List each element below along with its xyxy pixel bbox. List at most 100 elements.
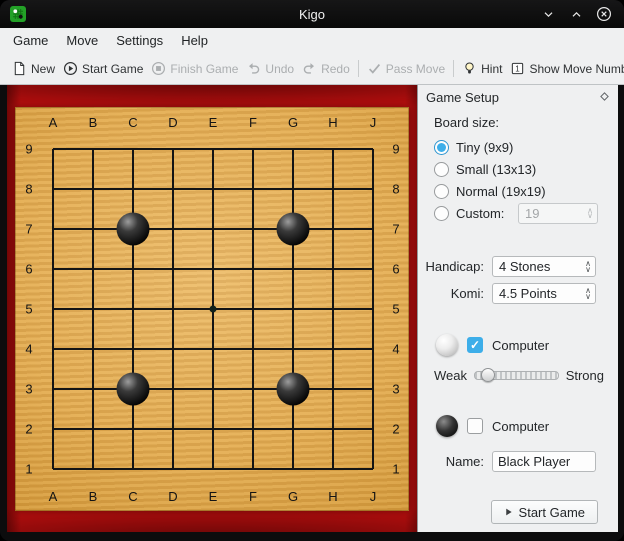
radio-option-custom[interactable]: Custom: 19 xyxy=(434,202,606,224)
toolbar-separator xyxy=(453,60,454,77)
white-player-row: Computer xyxy=(436,334,606,356)
start-game-toolbar-button[interactable]: Start Game xyxy=(59,58,147,79)
menu-settings[interactable]: Settings xyxy=(107,28,172,53)
spinbox-arrows-icon[interactable] xyxy=(581,288,595,299)
close-icon[interactable] xyxy=(596,6,612,22)
main-content: AABBCCDDEEFFGGHHJJ998877665544332211 Gam… xyxy=(0,85,624,541)
white-computer-label: Computer xyxy=(492,338,549,353)
radio-option-normal[interactable]: Normal (19x19) xyxy=(434,180,606,202)
white-computer-checkbox[interactable] xyxy=(467,337,483,353)
start-game-button[interactable]: Start Game xyxy=(491,500,598,524)
menu-help[interactable]: Help xyxy=(172,28,217,53)
detach-panel-icon[interactable] xyxy=(599,90,610,105)
svg-text:E: E xyxy=(209,115,218,130)
svg-text:1: 1 xyxy=(392,462,399,477)
black-player-name-input[interactable] xyxy=(492,451,596,472)
svg-text:3: 3 xyxy=(392,382,399,397)
handicap-label: Handicap: xyxy=(425,259,484,274)
panel-header: Game Setup xyxy=(418,85,618,109)
slider-handle[interactable] xyxy=(481,368,495,382)
svg-text:F: F xyxy=(249,489,257,504)
svg-text:1: 1 xyxy=(516,65,521,74)
stop-circle-icon xyxy=(151,61,166,76)
handicap-spinbox[interactable]: 4 Stones xyxy=(492,256,596,277)
radio-icon[interactable] xyxy=(434,162,449,177)
svg-text:7: 7 xyxy=(392,222,399,237)
custom-size-spinbox: 19 xyxy=(518,203,598,224)
black-player-row: Computer xyxy=(436,415,606,437)
svg-text:8: 8 xyxy=(25,182,32,197)
menu-game[interactable]: Game xyxy=(4,28,57,53)
new-button[interactable]: New xyxy=(8,58,59,79)
svg-text:A: A xyxy=(49,115,58,130)
menubar: Game Move Settings Help xyxy=(0,28,624,53)
handicap-row: Handicap: 4 Stones xyxy=(432,256,606,277)
hint-button[interactable]: Hint xyxy=(458,58,506,79)
radio-option-small[interactable]: Small (13x13) xyxy=(434,158,606,180)
svg-text:2: 2 xyxy=(392,422,399,437)
undo-button: Undo xyxy=(242,58,298,79)
kigo-app-icon xyxy=(10,6,26,22)
svg-text:H: H xyxy=(328,115,337,130)
svg-text:B: B xyxy=(89,489,98,504)
svg-text:6: 6 xyxy=(392,262,399,277)
svg-text:2: 2 xyxy=(25,422,32,437)
titlebar[interactable]: Kigo xyxy=(0,0,624,28)
kigo-window: Kigo Game Move Settings Help New Start G… xyxy=(0,0,624,541)
svg-text:C: C xyxy=(128,115,137,130)
minimize-icon[interactable] xyxy=(540,6,556,22)
svg-text:6: 6 xyxy=(25,262,32,277)
menu-move[interactable]: Move xyxy=(57,28,107,53)
black-computer-checkbox[interactable] xyxy=(467,418,483,434)
name-label: Name: xyxy=(446,454,484,469)
board-background: AABBCCDDEEFFGGHHJJ998877665544332211 xyxy=(7,85,417,532)
weak-label: Weak xyxy=(434,368,467,383)
svg-text:G: G xyxy=(288,489,298,504)
radio-icon[interactable] xyxy=(434,140,449,155)
go-board[interactable]: AABBCCDDEEFFGGHHJJ998877665544332211 xyxy=(15,107,409,511)
komi-spinbox[interactable]: 4.5 Points xyxy=(492,283,596,304)
go-board-svg: AABBCCDDEEFFGGHHJJ998877665544332211 xyxy=(15,107,409,511)
svg-text:1: 1 xyxy=(25,462,32,477)
game-setup-panel: Game Setup Board size: Tiny (9x9) Small … xyxy=(417,85,618,532)
black-name-row: Name: xyxy=(432,451,606,472)
board-size-label: Board size: xyxy=(434,115,606,130)
black-stone-icon xyxy=(436,415,458,437)
new-document-icon xyxy=(12,61,27,76)
lightbulb-icon xyxy=(462,61,477,76)
pass-move-button: Pass Move xyxy=(363,58,449,79)
redo-button: Redo xyxy=(298,58,354,79)
svg-text:G: G xyxy=(288,115,298,130)
window-title: Kigo xyxy=(0,7,624,22)
white-stone-icon xyxy=(436,334,458,356)
svg-text:D: D xyxy=(168,115,177,130)
svg-text:3: 3 xyxy=(25,382,32,397)
spinbox-arrows-icon[interactable] xyxy=(581,261,595,272)
strong-label: Strong xyxy=(566,368,604,383)
svg-text:9: 9 xyxy=(392,142,399,157)
komi-row: Komi: 4.5 Points xyxy=(432,283,606,304)
svg-text:5: 5 xyxy=(392,302,399,317)
black-computer-label: Computer xyxy=(492,419,549,434)
strength-slider[interactable] xyxy=(474,371,559,380)
radio-icon[interactable] xyxy=(434,206,449,221)
toolbar-separator xyxy=(358,60,359,77)
svg-text:4: 4 xyxy=(25,342,32,357)
redo-arrow-icon xyxy=(302,61,317,76)
radio-icon[interactable] xyxy=(434,184,449,199)
svg-text:H: H xyxy=(328,489,337,504)
show-move-numbers-button[interactable]: 1 Show Move Numbers xyxy=(506,58,624,79)
svg-text:8: 8 xyxy=(392,182,399,197)
svg-text:4: 4 xyxy=(392,342,399,357)
finish-game-button: Finish Game xyxy=(147,58,242,79)
panel-title: Game Setup xyxy=(426,90,599,105)
check-icon xyxy=(367,61,382,76)
move-numbers-icon: 1 xyxy=(510,61,525,76)
window-controls xyxy=(540,6,624,22)
maximize-icon[interactable] xyxy=(568,6,584,22)
radio-option-tiny[interactable]: Tiny (9x9) xyxy=(434,136,606,158)
svg-text:9: 9 xyxy=(25,142,32,157)
start-game-row: Start Game xyxy=(432,500,606,524)
play-icon xyxy=(504,505,513,520)
svg-text:7: 7 xyxy=(25,222,32,237)
